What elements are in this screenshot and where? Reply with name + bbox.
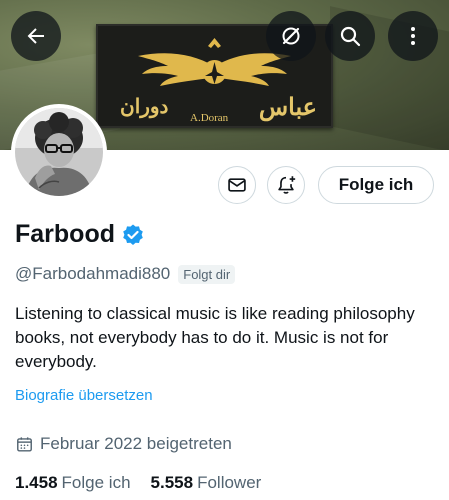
following-button[interactable]: Folge ich bbox=[318, 166, 434, 204]
user-handle: @Farbodahmadi880 bbox=[15, 264, 171, 283]
envelope-icon bbox=[228, 178, 246, 192]
avatar[interactable] bbox=[11, 104, 107, 200]
arrow-left-icon bbox=[27, 28, 44, 44]
more-vertical-icon bbox=[411, 27, 415, 45]
handle-row: @Farbodahmadi880 Folgt dir bbox=[15, 264, 236, 284]
notifications-button[interactable] bbox=[267, 166, 305, 204]
joined-date-row: Februar 2022 beigetreten bbox=[15, 434, 232, 454]
grok-icon bbox=[282, 27, 300, 45]
follows-you-badge: Folgt dir bbox=[178, 264, 236, 284]
followers-count: 5.558 bbox=[150, 473, 194, 492]
search-icon bbox=[340, 26, 361, 47]
translate-bio-link[interactable]: Biografie übersetzen bbox=[15, 387, 153, 404]
patch-text-right: عباس bbox=[258, 92, 317, 121]
joined-date: Februar 2022 beigetreten bbox=[40, 434, 232, 453]
stats-row: 1.458 Folge ich 5.558 Follower bbox=[15, 473, 281, 493]
display-name-row: Farbood bbox=[15, 220, 145, 249]
followers-label: Follower bbox=[197, 473, 262, 492]
grok-button[interactable] bbox=[266, 11, 316, 61]
patch-subtitle: A.Doran bbox=[190, 112, 229, 124]
back-button[interactable] bbox=[11, 11, 61, 61]
avatar-photo bbox=[15, 108, 103, 196]
bell-plus-icon bbox=[278, 176, 296, 194]
more-button[interactable] bbox=[388, 11, 438, 61]
profile-bio: Listening to classical music is like rea… bbox=[15, 304, 415, 371]
calendar-icon bbox=[17, 436, 32, 452]
search-button[interactable] bbox=[325, 11, 375, 61]
patch-text-left: دوران bbox=[120, 94, 169, 118]
following-count: 1.458 bbox=[15, 473, 58, 492]
following-stat[interactable]: 1.458 Folge ich bbox=[15, 473, 131, 493]
verified-badge-icon[interactable] bbox=[121, 223, 145, 247]
message-button[interactable] bbox=[218, 166, 256, 204]
followers-stat[interactable]: 5.558 Follower bbox=[151, 473, 262, 493]
display-name: Farbood bbox=[15, 220, 115, 248]
following-label: Folge ich bbox=[61, 473, 131, 492]
